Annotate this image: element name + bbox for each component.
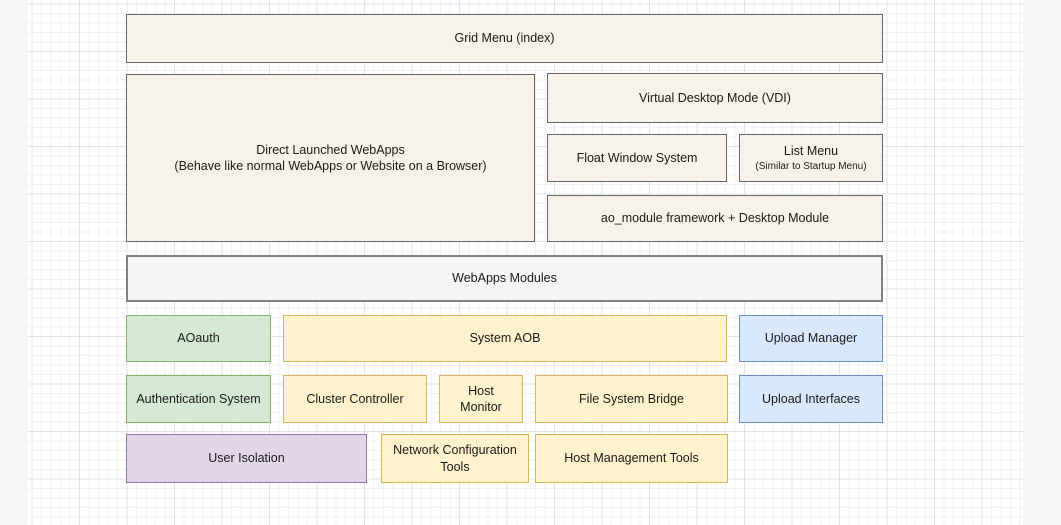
node-host-management-tools[interactable]: Host Management Tools [535, 434, 728, 483]
node-ao-module-framework-label: ao_module framework + Desktop Module [601, 210, 829, 226]
node-virtual-desktop-mode-label: Virtual Desktop Mode (VDI) [639, 90, 791, 106]
node-ao-module-framework[interactable]: ao_module framework + Desktop Module [547, 195, 883, 242]
node-grid-menu-label: Grid Menu (index) [454, 30, 554, 46]
node-webapps-modules[interactable]: WebApps Modules [126, 255, 883, 302]
node-virtual-desktop-mode[interactable]: Virtual Desktop Mode (VDI) [547, 73, 883, 123]
node-list-menu-sublabel: (Similar to Startup Menu) [755, 160, 866, 173]
node-grid-menu[interactable]: Grid Menu (index) [126, 14, 883, 63]
diagram-root: Grid Menu (index) Direct Launched WebApp… [0, 0, 1061, 525]
node-list-menu-label: List Menu [784, 143, 838, 159]
node-host-monitor-label: Host Monitor [446, 383, 516, 416]
node-system-aob-label: System AOB [470, 330, 541, 346]
node-webapps-modules-label: WebApps Modules [452, 270, 557, 286]
node-cluster-controller-label: Cluster Controller [306, 391, 403, 407]
node-cluster-controller[interactable]: Cluster Controller [283, 375, 427, 423]
node-host-monitor[interactable]: Host Monitor [439, 375, 523, 423]
node-file-system-bridge[interactable]: File System Bridge [535, 375, 728, 423]
node-direct-launched-webapps-sublabel: (Behave like normal WebApps or Website o… [174, 158, 486, 174]
node-host-management-tools-label: Host Management Tools [564, 450, 699, 466]
node-upload-manager[interactable]: Upload Manager [739, 315, 883, 362]
node-user-isolation[interactable]: User Isolation [126, 434, 367, 483]
node-upload-interfaces-label: Upload Interfaces [762, 391, 860, 407]
node-float-window-system-label: Float Window System [577, 150, 698, 166]
node-direct-launched-webapps-label: Direct Launched WebApps [256, 142, 404, 158]
node-file-system-bridge-label: File System Bridge [579, 391, 684, 407]
node-aoauth-label: AOauth [177, 330, 219, 346]
node-network-configuration-tools-label: Network Configuration Tools [388, 442, 522, 475]
node-aoauth[interactable]: AOauth [126, 315, 271, 362]
node-upload-manager-label: Upload Manager [765, 330, 857, 346]
node-upload-interfaces[interactable]: Upload Interfaces [739, 375, 883, 423]
node-system-aob[interactable]: System AOB [283, 315, 727, 362]
node-authentication-system-label: Authentication System [136, 391, 260, 407]
node-authentication-system[interactable]: Authentication System [126, 375, 271, 423]
node-user-isolation-label: User Isolation [208, 450, 284, 466]
node-network-configuration-tools[interactable]: Network Configuration Tools [381, 434, 529, 483]
node-list-menu[interactable]: List Menu (Similar to Startup Menu) [739, 134, 883, 182]
node-float-window-system[interactable]: Float Window System [547, 134, 727, 182]
node-direct-launched-webapps[interactable]: Direct Launched WebApps (Behave like nor… [126, 74, 535, 242]
